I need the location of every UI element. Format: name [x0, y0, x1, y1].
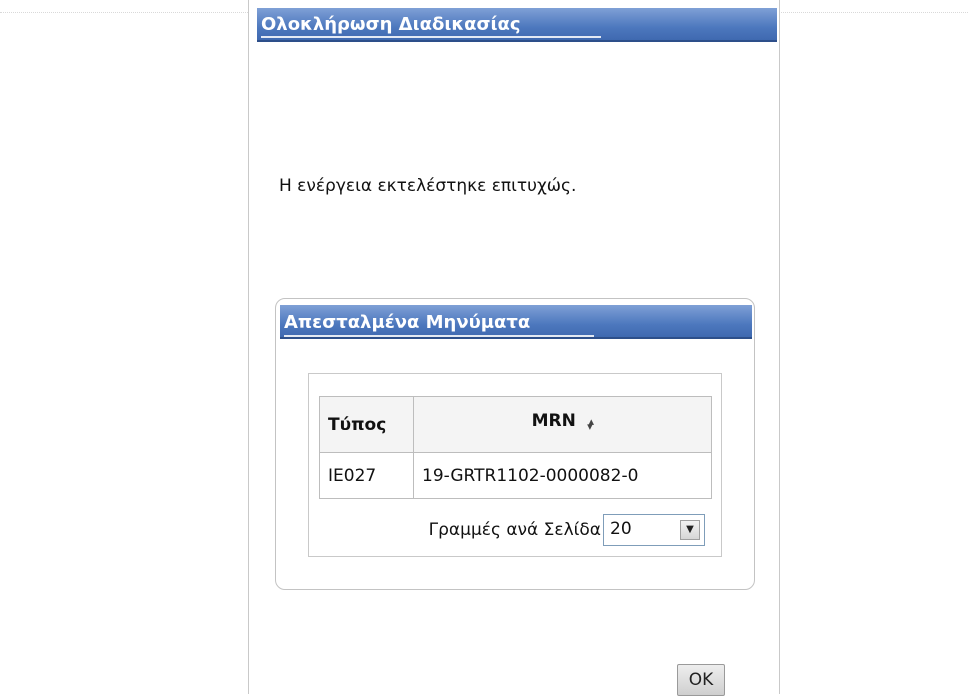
- success-message: Η ενέργεια εκτελέστηκε επιτυχώς.: [279, 176, 577, 196]
- rows-per-page-select[interactable]: 20 ▼: [603, 514, 705, 546]
- completion-dialog: Ολοκλήρωση Διαδικασίας Η ενέργεια εκτελέ…: [248, 0, 780, 696]
- sent-messages-title-underline: [284, 335, 594, 337]
- messages-table: Τύπος MRN ▴▾ IE027 19-GRTR1102-0000082-0: [319, 396, 712, 499]
- ok-button[interactable]: OK: [677, 664, 725, 696]
- chevron-down-icon[interactable]: ▼: [680, 520, 700, 540]
- title-underline: [261, 36, 601, 38]
- rows-per-page-value[interactable]: 20: [610, 519, 632, 539]
- rows-per-page-control: Γραμμές ανά Σελίδα 20 ▼: [429, 514, 705, 546]
- sent-messages-title: Απεσταλμένα Μηνύματα: [284, 312, 531, 333]
- dialog-title-bar: Ολοκλήρωση Διαδικασίας: [257, 8, 777, 42]
- dialog-title: Ολοκλήρωση Διαδικασίας: [261, 14, 521, 35]
- cell-type: IE027: [319, 452, 414, 499]
- column-header-mrn-label[interactable]: MRN: [532, 411, 576, 431]
- sort-updown-icon[interactable]: ▴▾: [587, 415, 594, 433]
- sent-messages-title-bar: Απεσταλμένα Μηνύματα: [280, 305, 752, 339]
- column-header-mrn[interactable]: MRN ▴▾: [413, 396, 712, 453]
- rows-per-page-label: Γραμμές ανά Σελίδα: [428, 520, 601, 540]
- column-header-type-label: Τύπος: [328, 414, 387, 435]
- cell-mrn: 19-GRTR1102-0000082-0: [413, 452, 712, 499]
- sent-messages-panel: Απεσταλμένα Μηνύματα Τύπος MRN ▴▾ IE027 …: [275, 298, 755, 590]
- column-header-type: Τύπος: [319, 396, 414, 453]
- table-header-row: Τύπος MRN ▴▾: [319, 396, 712, 453]
- messages-table-container: Τύπος MRN ▴▾ IE027 19-GRTR1102-0000082-0: [308, 373, 722, 557]
- table-row: IE027 19-GRTR1102-0000082-0: [319, 452, 712, 499]
